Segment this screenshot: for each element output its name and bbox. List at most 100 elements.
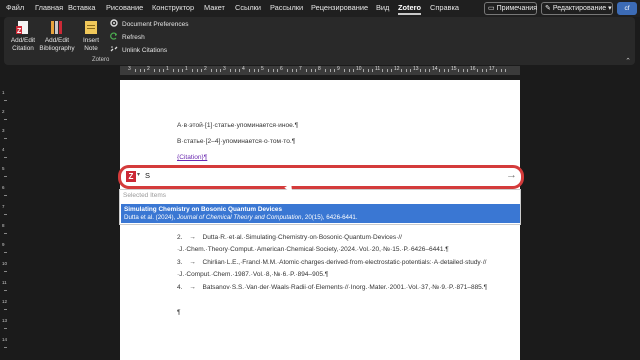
add-edit-bibliography-label: Add/Edit Bibliography	[39, 37, 75, 52]
zotero-icon[interactable]: Z	[126, 171, 136, 182]
ruler-number: 5	[261, 66, 264, 72]
refresh-label: Refresh	[122, 34, 145, 41]
tab-references[interactable]: Ссылки	[235, 3, 261, 12]
add-edit-bibliography-button[interactable]: Add/Edit Bibliography	[38, 20, 76, 52]
paragraph-1[interactable]: А·в·этой·[1]·статье·упоминается·иное.¶	[177, 122, 298, 129]
result-volume-pages: , 20(15), 6426-6441.	[301, 214, 358, 221]
ruler-tick	[4, 328, 7, 329]
citation-search-input[interactable]: S	[145, 171, 150, 180]
ruler-number: 16	[470, 66, 476, 72]
add-edit-citation-button[interactable]: Z Add/Edit Citation	[8, 20, 38, 52]
ruler-number: 4	[2, 147, 5, 152]
tab-zotero[interactable]: Zotero	[398, 3, 421, 15]
ruler-number: 10	[356, 66, 362, 72]
ruler-tick	[286, 69, 288, 72]
ruler-tick	[191, 69, 193, 72]
ruler-tick	[196, 69, 198, 72]
pencil-icon: ✎	[545, 5, 551, 12]
ruler-tick	[4, 347, 7, 348]
tab-help[interactable]: Справка	[430, 3, 459, 12]
results-section-header: Selected Items	[123, 192, 166, 199]
tab-design[interactable]: Конструктор	[152, 3, 194, 12]
document-preferences-button[interactable]: Document Preferences	[110, 19, 188, 29]
ruler-tick	[215, 69, 217, 72]
tab-insert[interactable]: Вставка	[68, 3, 95, 12]
refresh-icon	[110, 32, 118, 40]
ruler-tick	[353, 69, 355, 72]
ruler-tick	[467, 69, 469, 72]
ruler-tick	[210, 69, 212, 72]
tab-home[interactable]: Главная	[35, 3, 63, 12]
ruler-tick	[343, 69, 345, 72]
bibliography-entry-3[interactable]: 3. → Chirlian·L.E.,·Francl·M.M.·Atomic·c…	[177, 257, 497, 281]
ruler-tick	[4, 309, 7, 310]
ruler-number: 7	[2, 204, 5, 209]
ruler-tick	[443, 69, 445, 72]
arrow-right-icon[interactable]: →	[506, 169, 517, 181]
ruler-number: 8	[318, 66, 321, 72]
ruler-tick	[177, 69, 179, 72]
ruler-number: 2	[2, 109, 5, 114]
comments-button[interactable]: ▭ Примечания	[484, 2, 537, 15]
svg-text:Z: Z	[17, 28, 22, 35]
ruler-tick	[386, 69, 388, 72]
unlink-citations-button[interactable]: Unlink Citations	[110, 45, 167, 55]
result-journal: Journal of Chemical Theory and Computati…	[176, 214, 302, 221]
ruler-tick	[253, 69, 255, 72]
ruler-tick	[239, 69, 241, 72]
bibliography-icon	[51, 21, 62, 34]
editing-mode-button[interactable]: ✎ Редактирование ▾	[541, 2, 613, 15]
note-icon	[85, 21, 97, 34]
entry-text: Dutta·R.·et·al.·Simulating·Chemistry·on·…	[177, 234, 449, 253]
document-preferences-label: Document Preferences	[122, 21, 189, 28]
tab-view[interactable]: Вид	[376, 3, 389, 12]
ruler-number: 1	[185, 66, 188, 72]
ruler-tick	[438, 69, 440, 72]
entry-number: 4.	[177, 284, 183, 291]
ruler-number: 1	[166, 66, 169, 72]
ruler-number: 3	[223, 66, 226, 72]
refresh-button[interactable]: Refresh	[110, 32, 145, 42]
entry-text: Chirlian·L.E.,·Francl·M.M.·Atomic·charge…	[177, 259, 487, 278]
ruler-tick	[139, 69, 141, 72]
chevron-down-icon[interactable]: ▾	[137, 171, 140, 178]
ruler-tick	[329, 69, 331, 72]
zotero-citation-dialog: Z ▾ S →	[118, 165, 524, 189]
citation-placeholder[interactable]: {Citation}¶	[177, 154, 207, 161]
entry-number: 2.	[177, 234, 183, 241]
ruler-number: 7	[299, 66, 302, 72]
ruler-number: 15	[451, 66, 457, 72]
avatar[interactable]: cf	[617, 2, 637, 15]
ruler-number: 13	[2, 318, 8, 323]
tab-mailings[interactable]: Рассылки	[270, 3, 303, 12]
empty-paragraph[interactable]: ¶	[177, 309, 181, 316]
result-details: Dutta et al. (2024), Journal of Chemical…	[124, 214, 358, 221]
ruler-number: 14	[432, 66, 438, 72]
ruler-number: 17	[489, 66, 495, 72]
tab-review[interactable]: Рецензирование	[311, 3, 368, 12]
ruler-tick	[305, 69, 307, 72]
result-title: Simulating Chemistry on Bosonic Quantum …	[124, 206, 283, 213]
bibliography-entry-4[interactable]: 4. → Batsanov·S.S.·Van·der·Waals·Radii·o…	[177, 282, 497, 294]
result-item-selected[interactable]: Simulating Chemistry on Bosonic Quantum …	[121, 204, 520, 223]
collapse-ribbon-icon[interactable]: ⌃	[625, 57, 631, 65]
tab-file[interactable]: Файл	[6, 3, 24, 12]
paragraph-2[interactable]: В·статье·[2–4]·упоминается·о·том·то.¶	[177, 138, 295, 145]
bibliography-entry-2[interactable]: 2. → Dutta·R.·et·al.·Simulating·Chemistr…	[177, 232, 497, 256]
insert-note-button[interactable]: Insert Note	[80, 20, 102, 52]
ruler-tick	[310, 69, 312, 72]
vertical-ruler[interactable]: 1 2 3 4 5 6 7 8 9 10 11 12 13 14	[2, 80, 8, 360]
ruler-tick	[500, 69, 502, 72]
tab-layout[interactable]: Макет	[204, 3, 225, 12]
ruler-number: 9	[337, 66, 340, 72]
ruler-tick	[486, 69, 488, 72]
ruler-tick	[315, 69, 317, 72]
ruler-tick	[144, 69, 146, 72]
ruler-tick	[362, 69, 364, 72]
ruler-number: 12	[394, 66, 400, 72]
ruler-tick	[372, 69, 374, 72]
ruler-tick	[367, 69, 369, 72]
horizontal-ruler[interactable]: 3 2 1 1 2 3 4 5 6 7 8 9 10 11 12 13 14 15 16 17	[120, 66, 520, 75]
tab-draw[interactable]: Рисование	[106, 3, 143, 12]
ruler-tick	[4, 119, 7, 120]
